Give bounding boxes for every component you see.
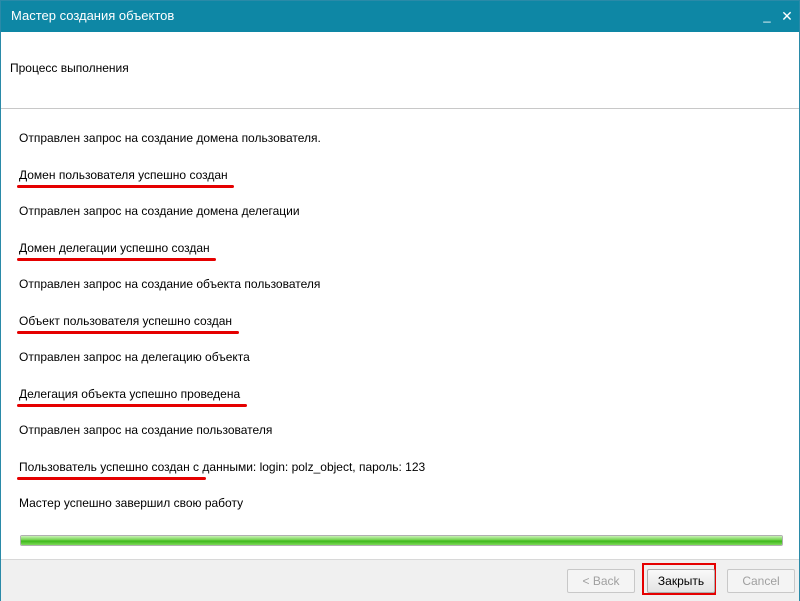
- progress-bar: [20, 535, 783, 546]
- log-message: Делегация объекта успешно проведена: [19, 387, 241, 401]
- log-message: Отправлен запрос на создание пользовател…: [19, 423, 273, 437]
- header-title: Процесс выполнения: [10, 61, 129, 75]
- log-message: Объект пользователя успешно создан: [19, 314, 233, 328]
- log-area: Отправлен запрос на создание домена поль…: [1, 109, 799, 559]
- back-button[interactable]: < Back: [567, 569, 635, 593]
- log-message: Мастер успешно завершил свою работу: [19, 496, 244, 510]
- highlight-underline: [17, 185, 234, 188]
- close-button[interactable]: Закрыть: [647, 569, 715, 593]
- highlight-underline: [17, 331, 239, 334]
- log-message: Отправлен запрос на создание домена деле…: [19, 204, 300, 218]
- progress-fill: [21, 536, 782, 545]
- log-message: Отправлен запрос на создание объекта пол…: [19, 277, 321, 291]
- button-bar: < Back Закрыть Cancel: [1, 559, 799, 601]
- log-message: Отправлен запрос на создание домена поль…: [19, 131, 321, 145]
- window-title: Мастер создания объектов: [11, 8, 175, 23]
- header-panel: Процесс выполнения: [1, 32, 799, 109]
- cancel-button[interactable]: Cancel: [727, 569, 795, 593]
- title-bar[interactable]: Мастер создания объектов _ ✕: [1, 1, 799, 32]
- close-icon[interactable]: ✕: [779, 7, 795, 25]
- minimize-icon[interactable]: _: [759, 7, 775, 25]
- highlight-underline: [17, 404, 247, 407]
- log-message: Отправлен запрос на делегацию объекта: [19, 350, 250, 364]
- highlight-underline: [17, 477, 206, 480]
- log-message: Пользователь успешно создан с данными: l…: [19, 460, 426, 474]
- wizard-window: Мастер создания объектов _ ✕ Процесс вып…: [0, 0, 800, 601]
- highlight-underline: [17, 258, 216, 261]
- log-message: Домен делегации успешно создан: [19, 241, 210, 255]
- log-message: Домен пользователя успешно создан: [19, 168, 228, 182]
